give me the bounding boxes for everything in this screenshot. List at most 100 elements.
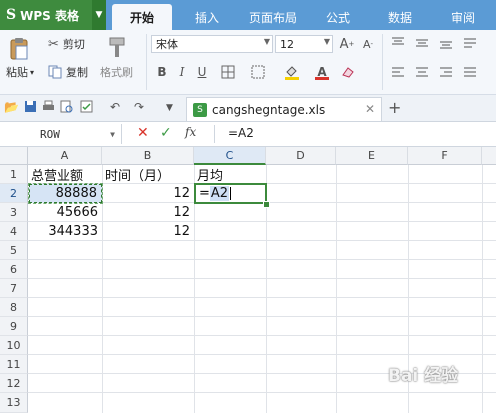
row-header[interactable]: 4 <box>0 222 28 241</box>
column-header-overflow <box>482 147 496 165</box>
italic-button[interactable]: I <box>174 64 190 80</box>
new-tab-icon[interactable]: + <box>388 98 401 117</box>
document-tab[interactable]: S cangshegntage.xls ✕ <box>186 97 382 121</box>
fill-handle[interactable] <box>263 201 270 208</box>
watermark-logo: Bai 经验 <box>388 366 459 386</box>
name-box[interactable]: ROW ▼ <box>2 124 122 144</box>
quick-access-dropdown-icon[interactable]: ▼ <box>166 103 173 113</box>
bold-button[interactable]: B <box>154 64 170 80</box>
close-icon[interactable]: ✕ <box>365 102 375 116</box>
cancel-formula-icon[interactable]: ✕ <box>137 125 149 141</box>
column-header-f[interactable]: F <box>408 147 482 165</box>
align-right-icon[interactable] <box>438 64 454 80</box>
cell-c2-active-editor[interactable]: = A2 <box>194 183 267 204</box>
column-header-c[interactable]: C <box>194 147 266 165</box>
row-header[interactable]: 8 <box>0 298 28 317</box>
tab-review[interactable]: 审阅 <box>438 4 488 30</box>
row-header[interactable]: 3 <box>0 203 28 222</box>
wps-logo-icon: S <box>6 7 17 23</box>
format-painter-label[interactable]: 格式刷 <box>100 64 133 80</box>
justify-icon[interactable] <box>462 64 478 80</box>
chevron-down-icon: ▼ <box>263 37 270 46</box>
cell-b1[interactable]: 时间（月） <box>102 165 194 184</box>
align-top-icon[interactable] <box>390 35 406 51</box>
cut-button[interactable]: ✂ 剪切 <box>48 36 85 52</box>
row-header[interactable]: 7 <box>0 279 28 298</box>
tab-page-layout[interactable]: 页面布局 <box>240 4 306 30</box>
redo-icon[interactable]: ↷ <box>134 100 144 114</box>
title-bar: S WPS 表格 ▼ 开始 插入 页面布局 公式 数据 审阅 <box>0 0 496 30</box>
paste-icon <box>10 38 28 60</box>
text-caret <box>230 187 232 200</box>
ribbon: 粘贴▾ ✂ 剪切 复制 格式刷 宋体▼ 12▼ A+ A- B I U <box>0 30 496 95</box>
align-center-icon[interactable] <box>414 64 430 80</box>
fill-color-icon[interactable] <box>284 64 300 80</box>
row-header[interactable]: 6 <box>0 260 28 279</box>
insert-function-icon[interactable]: fx <box>185 125 196 139</box>
document-tab-bar: 📂 ↶ ↷ ▼ S cangshegntage.xls ✕ + <box>0 95 496 122</box>
undo-icon[interactable]: ↶ <box>110 100 120 114</box>
row-header[interactable]: 11 <box>0 355 28 374</box>
row-header[interactable]: 1 <box>0 165 28 184</box>
column-header-d[interactable]: D <box>266 147 336 165</box>
paste-button[interactable] <box>8 36 32 62</box>
spreadsheet-file-icon: S <box>193 102 207 117</box>
align-middle-icon[interactable] <box>414 35 430 51</box>
tab-insert[interactable]: 插入 <box>182 4 232 30</box>
column-header-b[interactable]: B <box>102 147 194 165</box>
border-icon[interactable] <box>220 64 236 80</box>
row-header[interactable]: 12 <box>0 374 28 393</box>
paste-label[interactable]: 粘贴 ▾ <box>6 64 34 80</box>
font-name-select[interactable]: 宋体 ▼ <box>151 35 273 53</box>
cell-a4[interactable]: 344333 <box>28 222 102 241</box>
chevron-down-icon: ▼ <box>110 129 115 139</box>
underline-button[interactable]: U <box>194 64 210 80</box>
column-header-e[interactable]: E <box>336 147 408 165</box>
cell-b3[interactable]: 12 <box>102 203 194 222</box>
row-header[interactable]: 9 <box>0 317 28 336</box>
wrap-text-icon[interactable] <box>462 35 478 51</box>
cell-c1[interactable]: 月均 <box>194 165 266 184</box>
tab-formulas[interactable]: 公式 <box>314 4 362 30</box>
formula-input[interactable]: =A2 <box>228 126 254 140</box>
font-color-icon[interactable]: A <box>314 64 330 80</box>
app-brand-label: WPS 表格 <box>20 8 79 23</box>
row-header[interactable]: 10 <box>0 336 28 355</box>
open-folder-icon[interactable]: 📂 <box>4 100 19 114</box>
app-menu-button[interactable]: S WPS 表格 <box>0 0 92 30</box>
app-menu-dropdown-icon[interactable]: ▼ <box>92 0 106 30</box>
print-icon[interactable] <box>42 100 55 116</box>
confirm-formula-icon[interactable]: ✓ <box>160 125 172 141</box>
cell-a2-referenced[interactable]: 88888 <box>28 183 103 204</box>
scissors-icon: ✂ <box>48 36 59 52</box>
decrease-font-icon[interactable]: A- <box>360 36 376 52</box>
select-all-corner[interactable] <box>0 147 28 165</box>
formula-reference: A2 <box>209 186 230 201</box>
increase-font-icon[interactable]: A + <box>339 36 355 52</box>
copy-button[interactable]: 复制 <box>48 64 88 80</box>
formula-bar: ROW ▼ ✕ ✓ fx =A2 <box>0 122 496 147</box>
spellcheck-icon[interactable] <box>80 100 93 116</box>
row-header[interactable]: 2 <box>0 184 28 203</box>
cell-b4[interactable]: 12 <box>102 222 194 241</box>
merge-cells-icon[interactable] <box>250 64 266 80</box>
align-left-icon[interactable] <box>390 64 406 80</box>
column-header-a[interactable]: A <box>28 147 102 165</box>
format-painter-icon[interactable] <box>106 36 128 60</box>
chevron-down-icon: ▼ <box>323 37 330 46</box>
cell-a1[interactable]: 总营业额 <box>28 165 102 184</box>
row-header[interactable]: 5 <box>0 241 28 260</box>
cell-b2[interactable]: 12 <box>102 184 194 203</box>
save-icon[interactable] <box>24 100 37 116</box>
row-header[interactable]: 13 <box>0 393 28 413</box>
tab-home[interactable]: 开始 <box>112 4 172 30</box>
font-size-select[interactable]: 12 ▼ <box>275 35 333 53</box>
formula-equals: = <box>199 186 210 201</box>
cell-a3[interactable]: 45666 <box>28 203 102 222</box>
document-tab-title: cangshegntage.xls <box>212 102 326 117</box>
clear-format-icon[interactable] <box>340 64 356 80</box>
copy-icon <box>48 65 62 79</box>
print-preview-icon[interactable] <box>60 100 73 116</box>
align-bottom-icon[interactable] <box>438 35 454 51</box>
tab-data[interactable]: 数据 <box>376 4 424 30</box>
